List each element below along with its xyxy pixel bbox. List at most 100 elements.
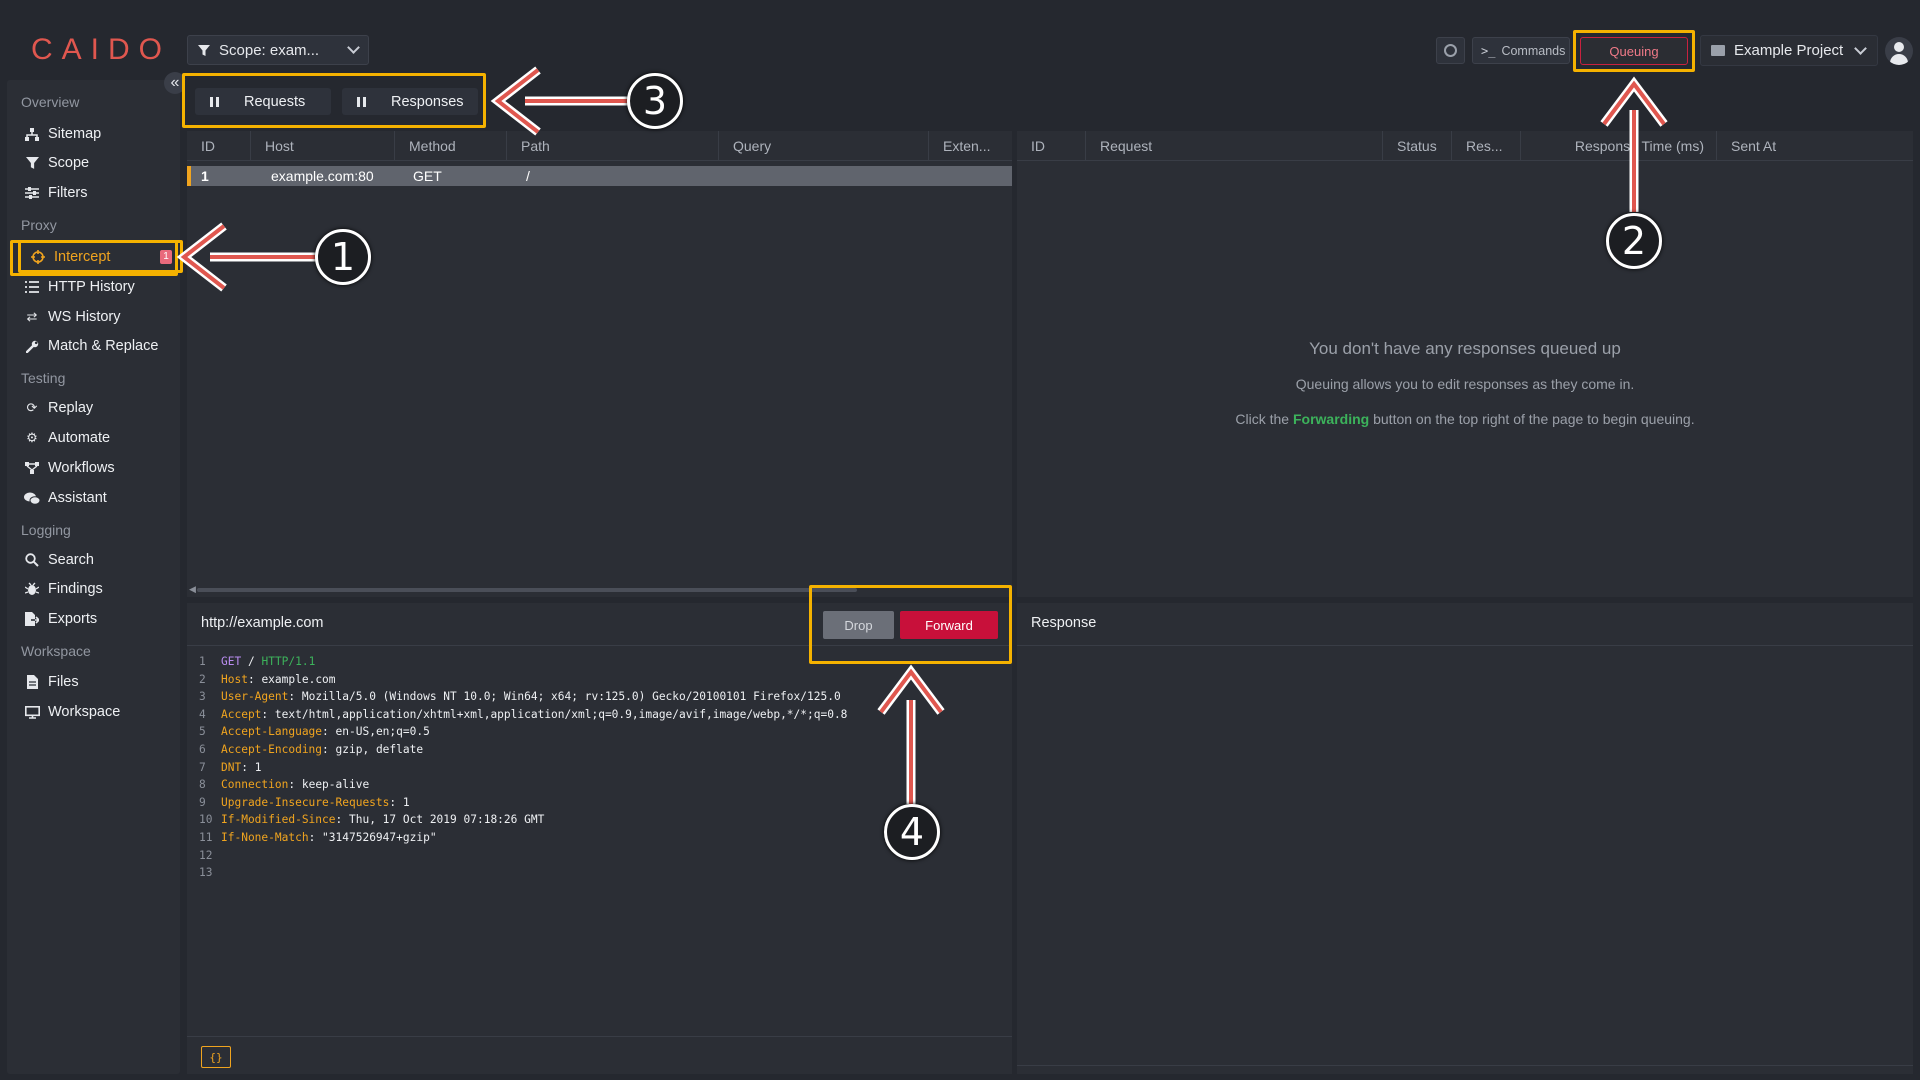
sidebar-item-filters[interactable]: Filters xyxy=(24,181,87,205)
sidebar-item-assistant[interactable]: Assistant xyxy=(24,486,107,510)
project-select[interactable]: Example Project xyxy=(1700,35,1878,66)
line-number: 13 xyxy=(199,866,213,880)
sidebar-item-findings[interactable]: Findings xyxy=(24,577,103,601)
column-header-host[interactable]: Host xyxy=(251,131,395,161)
sidebar-item-automate[interactable]: ⚙ Automate xyxy=(24,426,110,450)
sidebar-item-search[interactable]: Search xyxy=(24,548,94,572)
project-label: Example Project xyxy=(1734,42,1844,59)
column-header-request[interactable]: Request xyxy=(1086,131,1383,161)
folder-icon xyxy=(1711,45,1725,56)
forwarding-keyword: Forwarding xyxy=(1292,411,1370,427)
http-version: HTTP/1.1 xyxy=(261,655,316,668)
code-line: 9 Upgrade-Insecure-Requests: 1 xyxy=(187,794,847,812)
filter-icon xyxy=(198,44,210,56)
sidebar-item-label: Match & Replace xyxy=(48,338,159,354)
line-number: 9 xyxy=(199,795,206,809)
chevron-down-icon xyxy=(1854,41,1867,55)
filter-icon xyxy=(24,156,40,170)
sidebar-section-testing: Testing xyxy=(21,370,66,386)
column-header-response-size[interactable]: Res... xyxy=(1452,131,1521,161)
column-header-status[interactable]: Status xyxy=(1383,131,1452,161)
workflow-icon xyxy=(24,461,40,475)
horizontal-scrollbar[interactable] xyxy=(197,588,857,592)
table-header: ID Host Method Path Query Exten... xyxy=(187,131,1012,161)
instructions-suffix: button on the top right of the page to b… xyxy=(1369,411,1695,427)
request-code-editor[interactable]: 1 GET / HTTP/1.1 2 Host: example.com 3 User… xyxy=(187,653,847,882)
column-header-method[interactable]: Method xyxy=(395,131,507,161)
header-name: Host xyxy=(221,672,248,686)
sidebar-item-replay[interactable]: ⟳ Replay xyxy=(24,396,94,420)
sidebar-item-label: Sitemap xyxy=(48,126,102,142)
code-line: 10 If-Modified-Since: Thu, 17 Oct 2019 07… xyxy=(187,811,847,829)
sidebar-item-label: Assistant xyxy=(48,490,107,506)
sidebar-item-label: Findings xyxy=(48,581,103,597)
row-method: GET xyxy=(413,168,442,184)
code-line: 8 Connection: keep-alive xyxy=(187,776,847,794)
row-host: example.com:80 xyxy=(271,168,374,184)
header-value: Mozilla/5.0 (Windows NT 10.0; Win64; x64… xyxy=(301,690,841,704)
code-line: 2 Host: example.com xyxy=(187,671,847,689)
request-url: http://example.com xyxy=(201,615,324,631)
response-queue-table: ID Request Status Res... Response Time (… xyxy=(1017,131,1913,597)
line-number: 2 xyxy=(199,672,206,686)
line-number: 12 xyxy=(199,848,213,862)
empty-state-description: Queuing allows you to edit responses as … xyxy=(1295,376,1635,392)
sliders-icon xyxy=(24,186,40,200)
code-line: 1 GET / HTTP/1.1 xyxy=(187,653,847,671)
header-value: "3147526947+gzip" xyxy=(322,830,437,844)
column-header-query[interactable]: Query xyxy=(719,131,929,161)
code-line: 13 xyxy=(187,864,847,882)
sidebar-section-proxy: Proxy xyxy=(21,217,57,233)
column-header-extension[interactable]: Exten... xyxy=(929,131,1012,161)
avatar-body xyxy=(1890,54,1908,65)
line-number: 4 xyxy=(199,707,206,721)
header-value: keep-alive xyxy=(301,778,370,792)
divider xyxy=(1017,645,1913,646)
row-path: / xyxy=(526,168,530,184)
format-button[interactable]: {} xyxy=(201,1046,231,1068)
column-header-sent-at[interactable]: Sent At xyxy=(1717,131,1913,161)
request-path: / xyxy=(247,655,255,668)
line-number: 7 xyxy=(199,760,206,774)
annotation-callout-4: 4 xyxy=(884,804,940,860)
sidebar-item-scope[interactable]: Scope xyxy=(24,151,89,175)
swap-arrows-icon: ⇄ xyxy=(26,309,38,324)
scroll-left-icon[interactable]: ◀ xyxy=(189,584,196,595)
instructions-prefix: Click the xyxy=(1235,411,1293,427)
status-circle-icon xyxy=(1444,44,1457,57)
empty-state-title: You don't have any responses queued up xyxy=(1309,339,1621,358)
list-icon xyxy=(24,280,40,294)
column-header-id[interactable]: ID xyxy=(187,131,251,161)
sidebar-item-label: Automate xyxy=(48,430,111,446)
table-row[interactable]: 1 example.com:80 GET / xyxy=(187,166,1012,186)
header-value: gzip, deflate xyxy=(335,742,424,756)
sidebar-item-label: Scope xyxy=(48,155,90,171)
sidebar-item-http-history[interactable]: HTTP History xyxy=(24,275,135,299)
settings-toggle-button[interactable] xyxy=(1436,37,1465,64)
column-header-id[interactable]: ID xyxy=(1017,131,1086,161)
code-line: 7 DNT: 1 xyxy=(187,759,847,777)
refresh-icon: ⟳ xyxy=(26,400,38,415)
sidebar: Overview Sitemap Scope Filters Proxy Int… xyxy=(7,80,183,1074)
user-avatar[interactable] xyxy=(1885,37,1913,65)
code-line: 3 User-Agent: Mozilla/5.0 (Windows NT 10.… xyxy=(187,688,847,706)
sidebar-item-match-replace[interactable]: Match & Replace xyxy=(24,334,158,358)
scope-select[interactable]: Scope: exam... xyxy=(187,35,369,65)
sidebar-item-workspace[interactable]: Workspace xyxy=(24,700,120,724)
sidebar-item-files[interactable]: Files xyxy=(24,670,79,694)
annotation-highlight-queuing xyxy=(1573,30,1695,72)
sidebar-item-ws-history[interactable]: ⇄ WS History xyxy=(24,305,121,329)
annotation-callout-2: 2 xyxy=(1606,213,1662,269)
header-value: Thu, 17 Oct 2019 07:18:26 GMT xyxy=(349,813,545,827)
sidebar-item-workflows[interactable]: Workflows xyxy=(24,456,115,480)
sidebar-item-sitemap[interactable]: Sitemap xyxy=(24,122,101,146)
header-value: text/html,application/xhtml+xml,applicat… xyxy=(274,707,848,721)
commands-button[interactable]: >_ Commands xyxy=(1472,37,1570,64)
sidebar-section-workspace: Workspace xyxy=(21,643,91,659)
sidebar-item-label: Files xyxy=(48,674,79,690)
column-header-response-time[interactable]: Response Time (ms) xyxy=(1521,131,1717,161)
column-header-path[interactable]: Path xyxy=(507,131,719,161)
row-id: 1 xyxy=(201,168,209,184)
sidebar-item-exports[interactable]: Exports xyxy=(24,607,97,631)
sidebar-section-overview: Overview xyxy=(21,94,80,110)
